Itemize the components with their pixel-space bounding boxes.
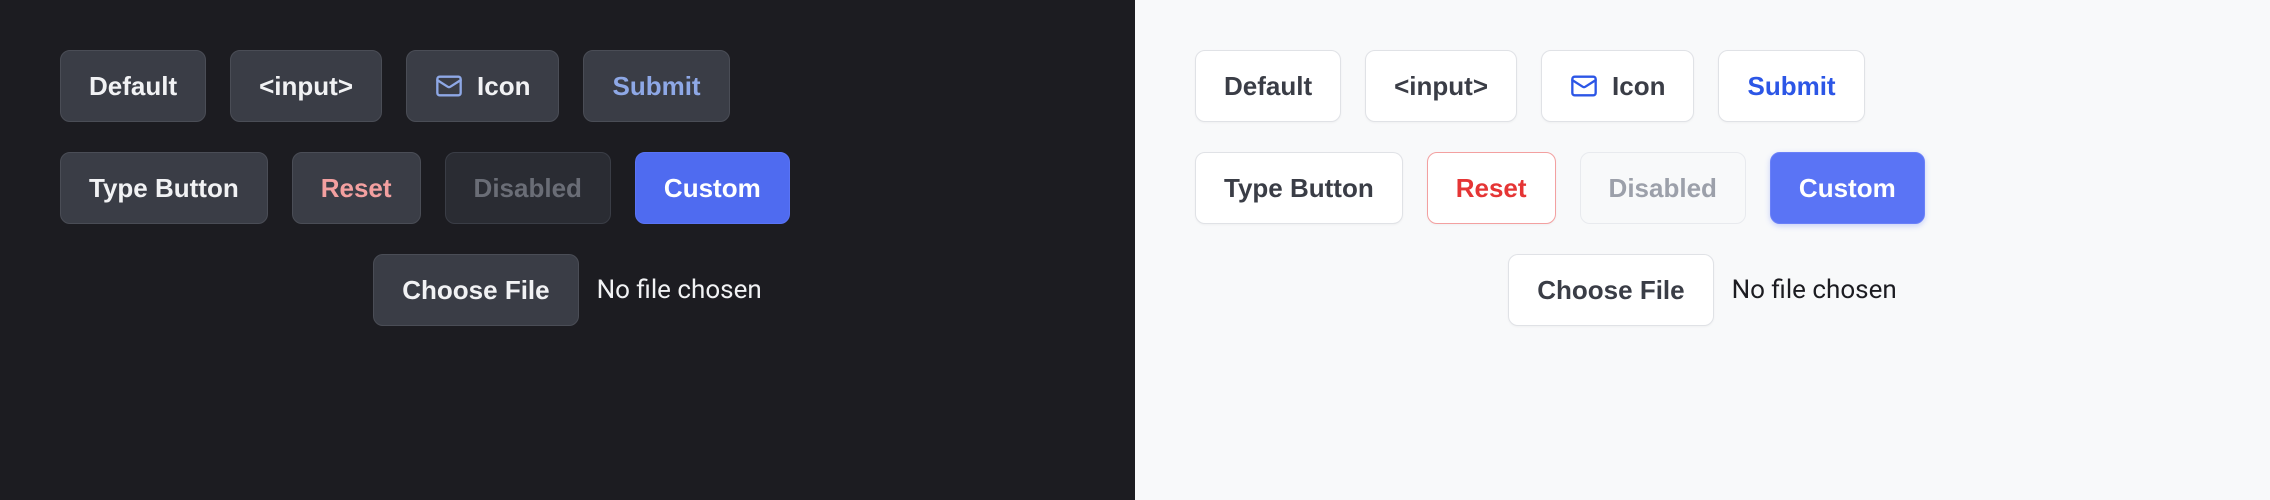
type-button[interactable]: Type Button bbox=[60, 152, 268, 224]
custom-button[interactable]: Custom bbox=[635, 152, 790, 224]
mail-icon bbox=[1570, 72, 1598, 100]
default-button[interactable]: Default bbox=[1195, 50, 1341, 122]
file-input-group: Choose File No file chosen bbox=[1508, 254, 1896, 326]
light-theme-panel: Default <input> Icon Submit Type Button … bbox=[1135, 0, 2270, 500]
input-button[interactable]: <input> bbox=[230, 50, 382, 122]
icon-button-label: Icon bbox=[1612, 71, 1665, 102]
button-row-2: Type Button Reset Disabled Custom bbox=[60, 152, 1075, 224]
custom-button[interactable]: Custom bbox=[1770, 152, 1925, 224]
button-row-2: Type Button Reset Disabled Custom bbox=[1195, 152, 2210, 224]
reset-button[interactable]: Reset bbox=[1427, 152, 1556, 224]
input-button[interactable]: <input> bbox=[1365, 50, 1517, 122]
mail-icon bbox=[435, 72, 463, 100]
button-row-1: Default <input> Icon Submit bbox=[60, 50, 1075, 122]
icon-button-label: Icon bbox=[477, 71, 530, 102]
file-status-text: No file chosen bbox=[597, 275, 762, 305]
default-button[interactable]: Default bbox=[60, 50, 206, 122]
file-input-group: Choose File No file chosen bbox=[373, 254, 761, 326]
choose-file-button[interactable]: Choose File bbox=[373, 254, 578, 326]
disabled-button: Disabled bbox=[1580, 152, 1746, 224]
file-status-text: No file chosen bbox=[1732, 275, 1897, 305]
file-row: Choose File No file chosen bbox=[1195, 254, 2210, 326]
disabled-button: Disabled bbox=[445, 152, 611, 224]
dark-theme-panel: Default <input> Icon Submit Type Button … bbox=[0, 0, 1135, 500]
type-button[interactable]: Type Button bbox=[1195, 152, 1403, 224]
submit-button[interactable]: Submit bbox=[583, 50, 729, 122]
submit-button[interactable]: Submit bbox=[1718, 50, 1864, 122]
icon-button[interactable]: Icon bbox=[406, 50, 559, 122]
reset-button[interactable]: Reset bbox=[292, 152, 421, 224]
choose-file-button[interactable]: Choose File bbox=[1508, 254, 1713, 326]
button-row-1: Default <input> Icon Submit bbox=[1195, 50, 2210, 122]
file-row: Choose File No file chosen bbox=[60, 254, 1075, 326]
icon-button[interactable]: Icon bbox=[1541, 50, 1694, 122]
